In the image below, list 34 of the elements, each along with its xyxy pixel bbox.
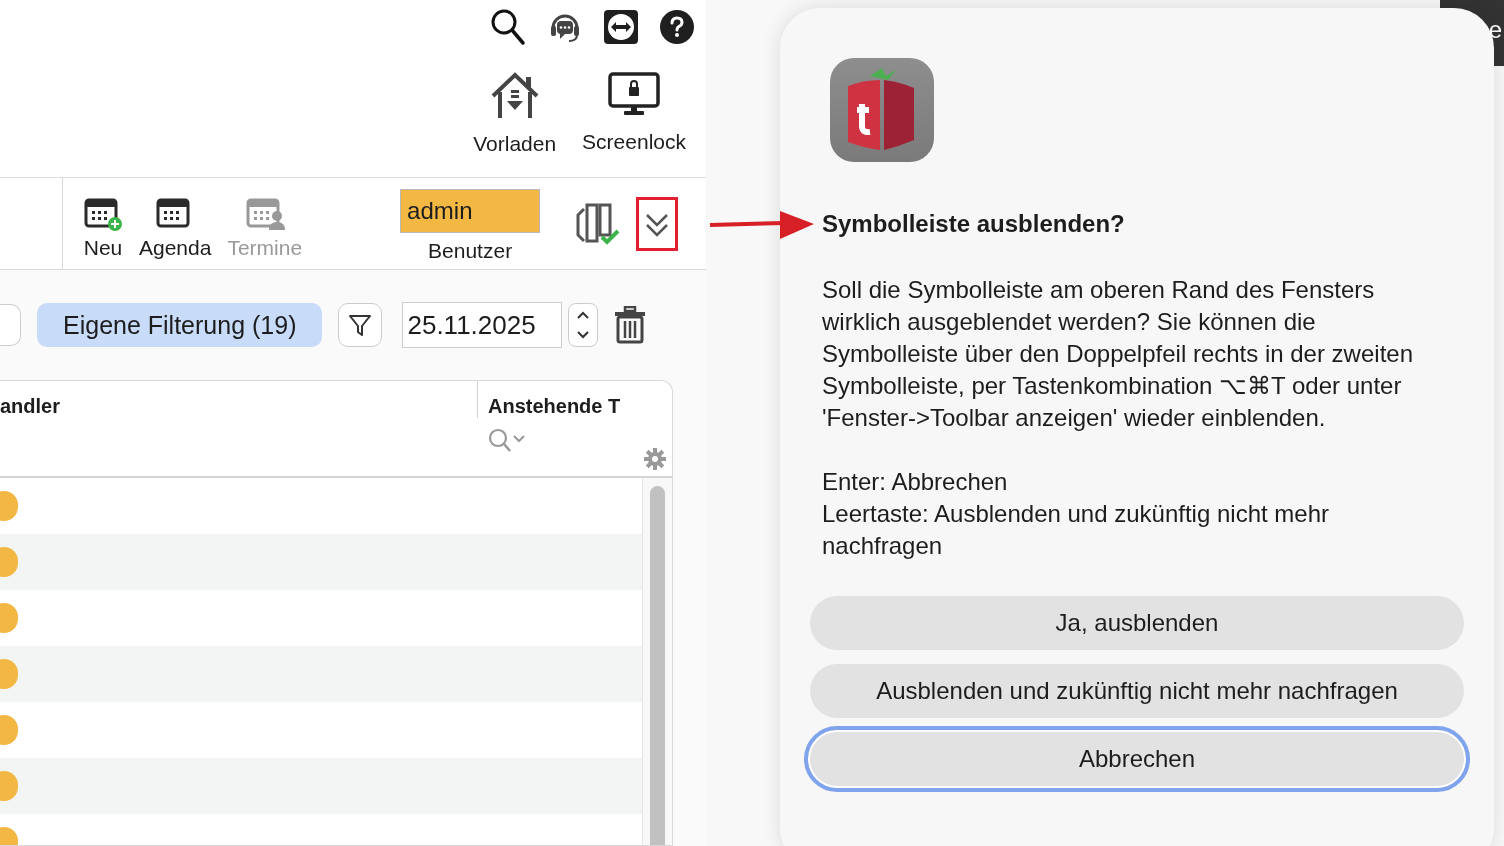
- edge-label: e: [1488, 16, 1502, 44]
- gear-icon[interactable]: [644, 448, 666, 470]
- toolbar-label[interactable]: Screenlock: [582, 130, 686, 154]
- remote-arrows-icon[interactable]: [604, 10, 638, 44]
- dialog-title: Symbolleiste ausblenden?: [822, 210, 1126, 238]
- filter-button[interactable]: [338, 303, 383, 347]
- app-icon: [830, 58, 934, 162]
- dialog-button[interactable]: Ja, ausblenden: [810, 596, 1464, 650]
- filter-chip[interactable]: Eigene Filterung (19): [37, 303, 323, 347]
- dialog-button[interactable]: Abbrechen: [804, 726, 1470, 792]
- date-field[interactable]: 25.11.2025: [402, 302, 563, 348]
- dialog-message: Soll die Symbolleiste am oberen Rand des Fensters wirklich ausgeblendet werden? Sie können die Symbolleiste über den Doppelpfeil rechts in der zweiten Symbolleiste, per Tastenkombination ⌥⌘T oder unter 'Fenster->Toolbar anzeigen' wieder einblenden.: [822, 275, 1414, 433]
- user-field[interactable]: admin: [400, 188, 541, 233]
- house-download-icon[interactable]: [489, 72, 540, 118]
- funnel-icon: [348, 313, 373, 337]
- trash-icon[interactable]: [614, 306, 647, 344]
- server-check-icon[interactable]: [576, 202, 621, 245]
- collapse-toolbar-button[interactable]: [636, 196, 679, 251]
- help-icon[interactable]: [660, 10, 694, 44]
- dialog-button[interactable]: Ausblenden und zukünftig nicht mehr nachfragen: [810, 664, 1464, 718]
- search-dropdown-icon[interactable]: [488, 428, 528, 454]
- toolbar-button-label[interactable]: Agenda: [139, 235, 212, 260]
- shortcut-hint: Leertaste: Ausblenden und zukünftig nicht mehr nachfragen: [822, 499, 1330, 561]
- shortcut-hint: Enter: Abbrechen: [822, 467, 1009, 497]
- toolbar-label[interactable]: Vorladen: [473, 132, 557, 156]
- toolbar-button-label[interactable]: Neu: [83, 235, 123, 260]
- column-header[interactable]: Anstehende T: [488, 395, 621, 418]
- column-header[interactable]: andler: [0, 381, 478, 418]
- search-icon[interactable]: [490, 8, 526, 46]
- field-label: Benutzer: [428, 238, 513, 263]
- scrollbar-thumb[interactable]: [650, 486, 665, 845]
- search-field[interactable]: [0, 304, 21, 346]
- date-stepper[interactable]: [568, 303, 599, 347]
- monitor-lock-icon[interactable]: [608, 72, 661, 116]
